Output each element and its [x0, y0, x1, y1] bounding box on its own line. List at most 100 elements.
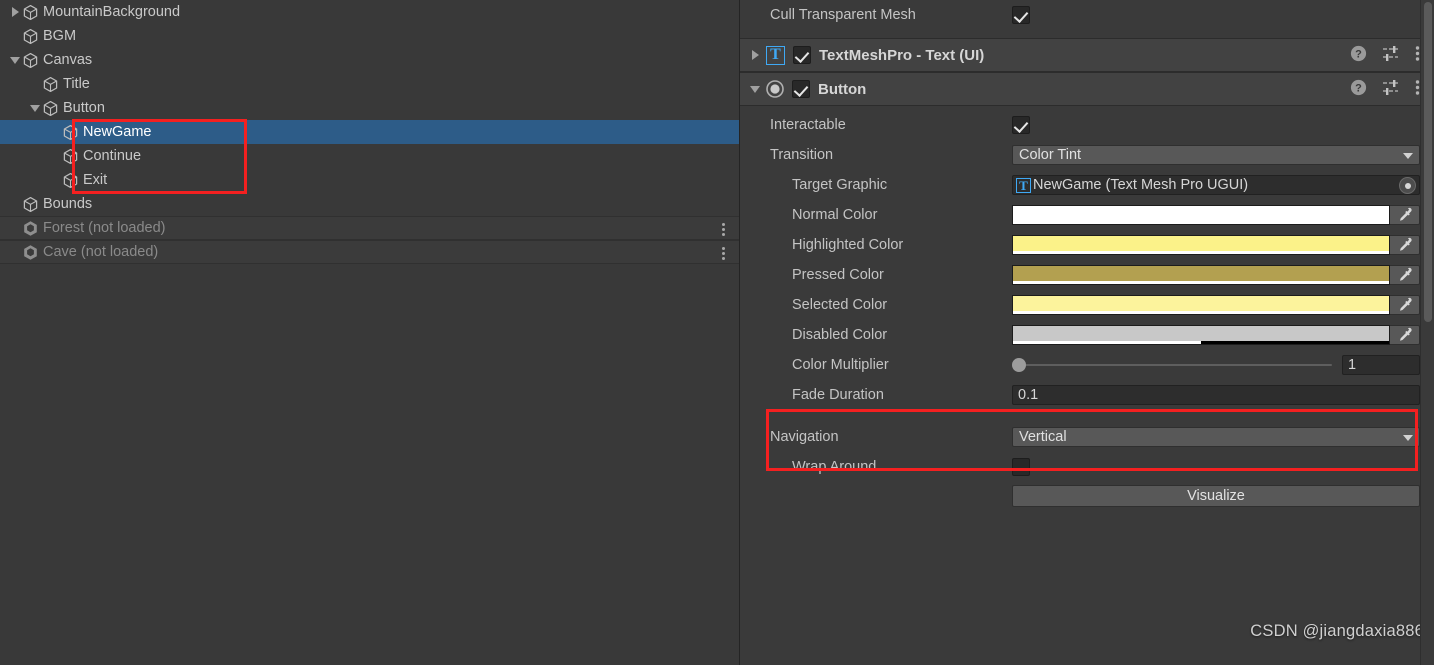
watermark: CSDN @jiangdaxia886 — [1250, 622, 1424, 640]
hierarchy-row-title[interactable]: Title — [0, 72, 739, 96]
eyedropper-icon[interactable] — [1390, 295, 1420, 315]
selected-color-row: Selected Color — [740, 290, 1434, 320]
eyedropper-icon[interactable] — [1390, 325, 1420, 345]
disabled-color-row: Disabled Color — [740, 320, 1434, 350]
chevron-down-icon[interactable] — [8, 48, 22, 72]
color-multiplier-value: 1 — [1348, 357, 1357, 373]
chevron-down-icon[interactable] — [28, 96, 42, 120]
unity-scene-icon — [22, 220, 39, 237]
hierarchy-row-label: MountainBackground — [43, 4, 181, 20]
preset-icon[interactable] — [1382, 79, 1400, 101]
color-multiplier-slider[interactable] — [1012, 356, 1332, 374]
hierarchy-row-bgm[interactable]: BGM — [0, 24, 739, 48]
unity-scene-icon — [22, 244, 39, 261]
transition-dropdown[interactable]: Color Tint — [1012, 145, 1420, 165]
component-enabled-checkbox-button[interactable] — [792, 80, 810, 98]
wrap-around-field — [1012, 458, 1434, 476]
highlighted-color-swatch[interactable] — [1012, 235, 1390, 255]
twisty-spacer — [8, 24, 22, 48]
component-header-textmeshpro[interactable]: T TextMeshPro - Text (UI) ? — [740, 38, 1434, 72]
highlighted-color-field — [1012, 235, 1434, 255]
pressed-color-label: Pressed Color — [792, 267, 884, 283]
gameobject-cube-icon — [22, 196, 39, 213]
kebab-menu-icon[interactable] — [722, 241, 725, 265]
gameobject-cube-icon — [62, 148, 79, 165]
fade-duration-value: 0.1 — [1018, 387, 1039, 403]
component-title-button: Button — [818, 80, 867, 98]
color-multiplier-field: 1 — [1012, 355, 1434, 375]
cull-transparent-mesh-checkbox[interactable] — [1012, 6, 1030, 24]
gameobject-cube-icon — [62, 124, 79, 141]
help-icon[interactable]: ? — [1350, 79, 1367, 101]
eyedropper-icon[interactable] — [1390, 205, 1420, 225]
hierarchy-row-newgame[interactable]: NewGame — [0, 120, 739, 144]
visualize-field: Visualize — [1012, 485, 1434, 507]
chevron-right-icon[interactable] — [8, 0, 22, 24]
hierarchy-row-exit[interactable]: Exit — [0, 168, 739, 192]
chevron-right-icon[interactable] — [748, 43, 762, 67]
component-enabled-checkbox-textmeshpro[interactable] — [793, 46, 811, 64]
navigation-value: Vertical — [1019, 429, 1067, 445]
color-multiplier-label: Color Multiplier — [792, 357, 889, 373]
hierarchy-row-forest-not-loaded[interactable]: Forest (not loaded) — [0, 216, 739, 240]
hierarchy-row-label: BGM — [43, 28, 77, 44]
fade-duration-row: Fade Duration 0.1 — [740, 380, 1434, 410]
twisty-spacer — [8, 216, 22, 240]
svg-text:?: ? — [1355, 83, 1362, 95]
slider-knob[interactable] — [1012, 358, 1026, 372]
inspector-scrollbar[interactable] — [1420, 0, 1434, 665]
pressed-color-swatch[interactable] — [1012, 265, 1390, 285]
hierarchy-row-cave-not-loaded[interactable]: Cave (not loaded) — [0, 240, 739, 264]
wrap-around-row: Wrap Around — [740, 452, 1434, 482]
visualize-button[interactable]: Visualize — [1012, 485, 1420, 507]
eyedropper-icon[interactable] — [1390, 265, 1420, 285]
interactable-label: Interactable — [770, 117, 846, 133]
navigation-row: Navigation Vertical — [740, 422, 1434, 452]
hierarchy-panel: MountainBackground BGM Canvas Title Button Ne… — [0, 0, 740, 665]
disabled-color-label: Disabled Color — [792, 327, 888, 343]
hierarchy-row-label: Continue — [83, 148, 142, 164]
hierarchy-row-bounds[interactable]: Bounds — [0, 192, 739, 216]
component-header-button[interactable]: Button ? — [740, 72, 1434, 106]
preset-icon[interactable] — [1382, 45, 1400, 67]
pressed-color-field — [1012, 265, 1434, 285]
normal-color-swatch[interactable] — [1012, 205, 1390, 225]
interactable-checkbox[interactable] — [1012, 116, 1030, 134]
cull-transparent-mesh-label: Cull Transparent Mesh — [770, 7, 916, 23]
hierarchy-row-button[interactable]: Button — [0, 96, 739, 120]
fade-duration-input[interactable]: 0.1 — [1012, 385, 1420, 405]
navigation-field: Vertical — [1012, 427, 1434, 447]
object-picker-icon[interactable] — [1399, 177, 1416, 194]
color-multiplier-input[interactable]: 1 — [1342, 355, 1420, 375]
chevron-down-icon[interactable] — [748, 77, 762, 101]
navigation-dropdown[interactable]: Vertical — [1012, 427, 1420, 447]
color-multiplier-row: Color Multiplier 1 — [740, 350, 1434, 380]
chevron-down-icon — [1403, 435, 1413, 441]
hierarchy-row-continue[interactable]: Continue — [0, 144, 739, 168]
kebab-menu-icon[interactable] — [722, 217, 725, 241]
hierarchy-row-label: Cave (not loaded) — [43, 244, 159, 260]
help-icon[interactable]: ? — [1350, 45, 1367, 67]
hierarchy-row-label: Exit — [83, 172, 108, 188]
eyedropper-icon[interactable] — [1390, 235, 1420, 255]
highlighted-color-row: Highlighted Color — [740, 230, 1434, 260]
target-graphic-row: Target Graphic T NewGame (Text Mesh Pro … — [740, 170, 1434, 200]
hierarchy-row-label: Title — [63, 76, 90, 92]
button-component-icon — [766, 80, 784, 98]
wrap-around-checkbox[interactable] — [1012, 458, 1030, 476]
tmp-text-icon: T — [1016, 177, 1031, 193]
disabled-color-swatch[interactable] — [1012, 325, 1390, 345]
target-graphic-object-field[interactable]: T NewGame (Text Mesh Pro UGUI) — [1012, 175, 1420, 195]
transition-field: Color Tint — [1012, 145, 1434, 165]
normal-color-row: Normal Color — [740, 200, 1434, 230]
transition-value: Color Tint — [1019, 147, 1082, 163]
hierarchy-row-mountainbackground[interactable]: MountainBackground — [0, 0, 739, 24]
transition-row: Transition Color Tint — [740, 140, 1434, 170]
selected-color-swatch[interactable] — [1012, 295, 1390, 315]
scrollbar-thumb[interactable] — [1424, 2, 1432, 322]
hierarchy-row-label: Button — [63, 100, 105, 116]
hierarchy-row-canvas[interactable]: Canvas — [0, 48, 739, 72]
hierarchy-tree: MountainBackground BGM Canvas Title Button Ne… — [0, 0, 739, 264]
interactable-row: Interactable — [740, 110, 1434, 140]
gameobject-cube-icon — [42, 100, 59, 117]
